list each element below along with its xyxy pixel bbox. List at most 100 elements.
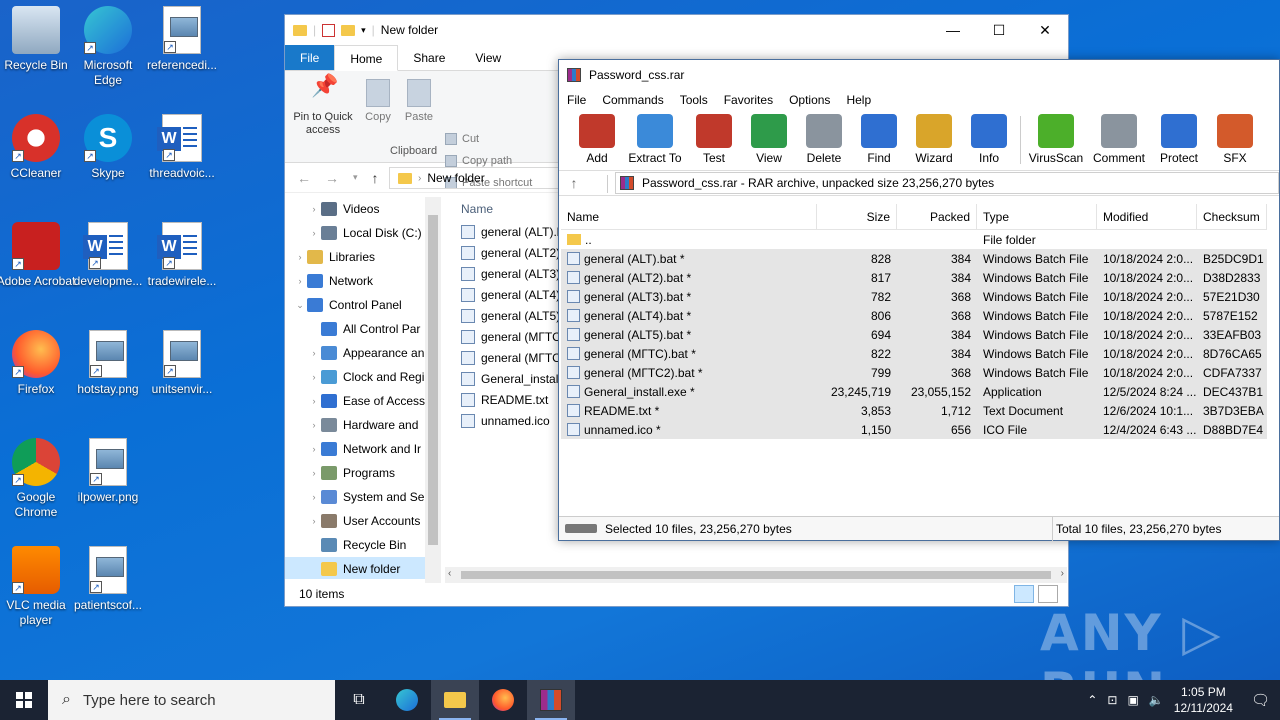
column-name[interactable]: Name bbox=[561, 203, 817, 230]
new-folder-icon[interactable] bbox=[341, 24, 356, 36]
toolbar-delete-button[interactable]: Delete bbox=[794, 114, 854, 165]
menu-item[interactable]: Options bbox=[789, 93, 830, 107]
scroll-left-icon[interactable]: ‹ bbox=[448, 568, 451, 579]
address-bar[interactable]: › New folder bbox=[389, 167, 559, 189]
lan-icon[interactable]: ▣ bbox=[1127, 693, 1138, 707]
archive-row[interactable]: general (МГТС).bat * 822 384 Windows Batch … bbox=[561, 344, 1267, 363]
large-icons-view-icon[interactable] bbox=[1038, 585, 1058, 603]
task-view-button[interactable]: ⧉ bbox=[335, 680, 383, 720]
desktop-icon-unitsenvir[interactable]: ↗ unitsenvir... bbox=[142, 330, 222, 397]
expand-chevron-icon[interactable]: › bbox=[307, 492, 321, 502]
taskbar-search[interactable]: ⌕ Type here to search bbox=[48, 680, 335, 720]
toolbar-sfx-button[interactable]: SFX bbox=[1205, 114, 1265, 165]
nav-scroll-thumb[interactable] bbox=[428, 215, 438, 545]
nav-item[interactable]: › Network and Ir bbox=[285, 437, 441, 461]
desktop-icon-vlc[interactable]: ↗ VLC media player bbox=[0, 546, 76, 628]
nav-item[interactable]: › Ease of Access bbox=[285, 389, 441, 413]
toolbar-view-button[interactable]: View bbox=[739, 114, 799, 165]
nav-item[interactable]: All Control Par bbox=[285, 317, 441, 341]
file-item[interactable]: general (ALT2) bbox=[455, 242, 565, 263]
toolbar-protect-button[interactable]: Protect bbox=[1149, 114, 1209, 165]
expand-chevron-icon[interactable]: › bbox=[307, 372, 321, 382]
toolbar-virusscan-button[interactable]: VirusScan bbox=[1026, 114, 1086, 165]
expand-chevron-icon[interactable]: › bbox=[307, 420, 321, 430]
desktop-icon-ilpower[interactable]: ↗ ilpower.png bbox=[68, 438, 148, 505]
archive-row[interactable]: unnamed.ico * 1,150 656 ICO File 12/4/2024 6… bbox=[561, 420, 1267, 439]
desktop-icon-developme[interactable]: W ↗ developme... bbox=[68, 222, 148, 289]
archive-row[interactable]: general (ALT4).bat * 806 368 Windows Batch … bbox=[561, 306, 1267, 325]
expand-chevron-icon[interactable]: › bbox=[307, 396, 321, 406]
notifications-icon[interactable]: 🗨 bbox=[1251, 691, 1270, 709]
nav-item[interactable]: › Programs bbox=[285, 461, 441, 485]
nav-item[interactable]: ⌄ Control Panel bbox=[285, 293, 441, 317]
archive-row[interactable]: general (ALT).bat * 828 384 Windows Batch F… bbox=[561, 249, 1267, 268]
archive-row[interactable]: general (ALT5).bat * 694 384 Windows Batch … bbox=[561, 325, 1267, 344]
file-item[interactable]: General_install bbox=[455, 368, 565, 389]
column-type[interactable]: Type bbox=[977, 203, 1097, 230]
cut-button[interactable]: Cut bbox=[445, 133, 479, 145]
expand-chevron-icon[interactable]: › bbox=[307, 444, 321, 454]
column-checksum[interactable]: Checksum bbox=[1197, 203, 1267, 230]
desktop-icon-referencedi[interactable]: ↗ referencedi... bbox=[142, 6, 222, 73]
copy-path-button[interactable]: Copy path bbox=[445, 155, 512, 167]
minimize-button[interactable]: — bbox=[930, 15, 976, 45]
file-item[interactable]: unnamed.ico bbox=[455, 410, 565, 431]
taskbar-file-explorer[interactable] bbox=[431, 680, 479, 720]
nav-item[interactable]: › Local Disk (C:) bbox=[285, 221, 441, 245]
taskbar-winrar[interactable] bbox=[527, 680, 575, 720]
desktop-icon-google-chrome[interactable]: ↗ Google Chrome bbox=[0, 438, 76, 520]
desktop-icon-edge[interactable]: ↗ Microsoft Edge bbox=[68, 6, 148, 88]
column-modified[interactable]: Modified bbox=[1097, 203, 1197, 230]
archive-row[interactable]: general (МГТС2).bat * 799 368 Windows Batch… bbox=[561, 363, 1267, 382]
expand-chevron-icon[interactable]: › bbox=[307, 468, 321, 478]
paste-button[interactable]: Paste bbox=[403, 79, 435, 124]
horizontal-scrollbar[interactable]: ‹ › bbox=[445, 567, 1067, 583]
chevron-up-icon[interactable]: ⌃ bbox=[1087, 693, 1097, 707]
scroll-right-icon[interactable]: › bbox=[1061, 568, 1064, 579]
recent-dropdown-icon[interactable]: ▾ bbox=[353, 172, 358, 183]
nav-scrollbar[interactable] bbox=[425, 197, 441, 583]
nav-item[interactable]: › Libraries bbox=[285, 245, 441, 269]
menu-item[interactable]: Tools bbox=[680, 93, 708, 107]
nav-item[interactable]: › System and Se bbox=[285, 485, 441, 509]
up-one-level-icon[interactable]: ↑ bbox=[559, 175, 589, 191]
nav-item[interactable]: › Videos bbox=[285, 197, 441, 221]
expand-chevron-icon[interactable]: › bbox=[307, 516, 321, 526]
desktop-icon-adobe-acrobat[interactable]: ↗ Adobe Acrobat bbox=[0, 222, 76, 289]
copy-button[interactable]: Copy bbox=[363, 79, 393, 124]
nav-item[interactable]: › Hardware and bbox=[285, 413, 441, 437]
tab-file[interactable]: File bbox=[285, 45, 335, 70]
maximize-button[interactable]: ☐ bbox=[976, 15, 1022, 45]
nav-item[interactable]: Recycle Bin bbox=[285, 533, 441, 557]
desktop-icon-hotstay[interactable]: ↗ hotstay.png bbox=[68, 330, 148, 397]
file-item[interactable]: general (ALT).b bbox=[455, 221, 565, 242]
back-icon[interactable]: ← bbox=[297, 170, 311, 186]
tab-view[interactable]: View bbox=[460, 45, 516, 70]
toolbar-extract-to-button[interactable]: Extract To bbox=[625, 114, 685, 165]
volume-icon[interactable]: 🔈 bbox=[1149, 693, 1164, 707]
expand-chevron-icon[interactable]: › bbox=[307, 348, 321, 358]
archive-row[interactable]: README.txt * 3,853 1,712 Text Document 12/6/… bbox=[561, 401, 1267, 420]
desktop-icon-ccleaner[interactable]: ↗ CCleaner bbox=[0, 114, 76, 181]
nav-item[interactable]: › Appearance an bbox=[285, 341, 441, 365]
desktop-icon-patientscof[interactable]: ↗ patientscof... bbox=[68, 546, 148, 613]
close-button[interactable]: ✕ bbox=[1022, 15, 1068, 45]
menu-item[interactable]: Commands bbox=[602, 93, 663, 107]
network-icon[interactable]: ⊡ bbox=[1107, 693, 1117, 707]
tab-home[interactable]: Home bbox=[334, 45, 399, 71]
taskbar-firefox[interactable] bbox=[479, 680, 527, 720]
toolbar-test-button[interactable]: Test bbox=[684, 114, 744, 165]
clock[interactable]: 1:05 PM 12/11/2024 bbox=[1174, 684, 1233, 716]
quick-access-dropdown-icon[interactable]: ▾ bbox=[361, 25, 366, 36]
archive-row[interactable]: general (ALT3).bat * 782 368 Windows Batch … bbox=[561, 287, 1267, 306]
expand-chevron-icon[interactable]: › bbox=[293, 252, 307, 262]
start-button[interactable] bbox=[0, 680, 48, 720]
desktop-icon-skype[interactable]: S ↗ Skype bbox=[68, 114, 148, 181]
archive-path-field[interactable]: Password_css.rar - RAR archive, unpacked… bbox=[615, 172, 1279, 194]
file-item[interactable]: general (МГТС bbox=[455, 326, 565, 347]
forward-icon[interactable]: → bbox=[325, 170, 339, 186]
up-icon[interactable]: ↑ bbox=[372, 170, 379, 186]
file-item[interactable]: general (ALT4) bbox=[455, 284, 565, 305]
tab-share[interactable]: Share bbox=[398, 45, 460, 70]
toolbar-find-button[interactable]: Find bbox=[849, 114, 909, 165]
